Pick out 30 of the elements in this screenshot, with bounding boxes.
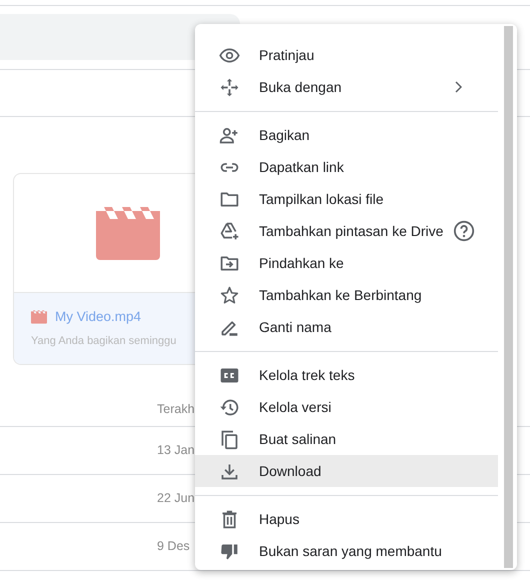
column-header: Terakh bbox=[157, 401, 195, 418]
menu-item[interactable]: Kelola versi bbox=[195, 391, 498, 423]
menu-item[interactable]: Pindahkan ke bbox=[195, 247, 498, 279]
menu-item[interactable]: Kelola trek teks bbox=[195, 359, 498, 391]
file-subtitle: Yang Anda bagikan seminggu bbox=[31, 334, 178, 350]
copy-icon bbox=[219, 428, 240, 450]
menu-item[interactable]: Download bbox=[195, 455, 498, 487]
menu-item[interactable]: Hapus bbox=[195, 503, 498, 535]
menu-item[interactable]: Tambahkan pintasan ke Drive bbox=[195, 215, 498, 247]
clapperboard-icon bbox=[96, 206, 160, 260]
menu-item[interactable]: Ganti nama bbox=[195, 311, 498, 343]
triangle-plus-icon bbox=[219, 220, 240, 242]
menu-item[interactable]: Bukan saran yang membantu bbox=[195, 535, 498, 567]
menu-item[interactable]: Pratinjau bbox=[195, 39, 498, 71]
menu-item[interactable]: Buka dengan bbox=[195, 71, 498, 103]
help-icon[interactable] bbox=[453, 220, 476, 242]
file-name: My Video.mp4 bbox=[55, 308, 142, 326]
date-cell-text: 22 Jun bbox=[157, 490, 195, 508]
date-cell-text: 9 Des bbox=[157, 538, 190, 556]
menu-item[interactable]: Bagikan bbox=[195, 119, 498, 151]
menu-item[interactable]: Dapatkan link bbox=[195, 151, 498, 183]
star-icon bbox=[219, 284, 240, 306]
move-arrows-icon bbox=[219, 76, 240, 98]
clapperboard-icon bbox=[31, 310, 47, 324]
menu-item[interactable]: Tampilkan lokasi file bbox=[195, 183, 498, 215]
scrollbar[interactable] bbox=[504, 26, 513, 568]
menu-item[interactable]: Buat salinan bbox=[195, 423, 498, 455]
date-cell-text: 13 Jan bbox=[157, 442, 195, 460]
history-icon bbox=[219, 396, 240, 418]
menu-item[interactable]: Tambahkan ke Berbintang bbox=[195, 279, 498, 311]
